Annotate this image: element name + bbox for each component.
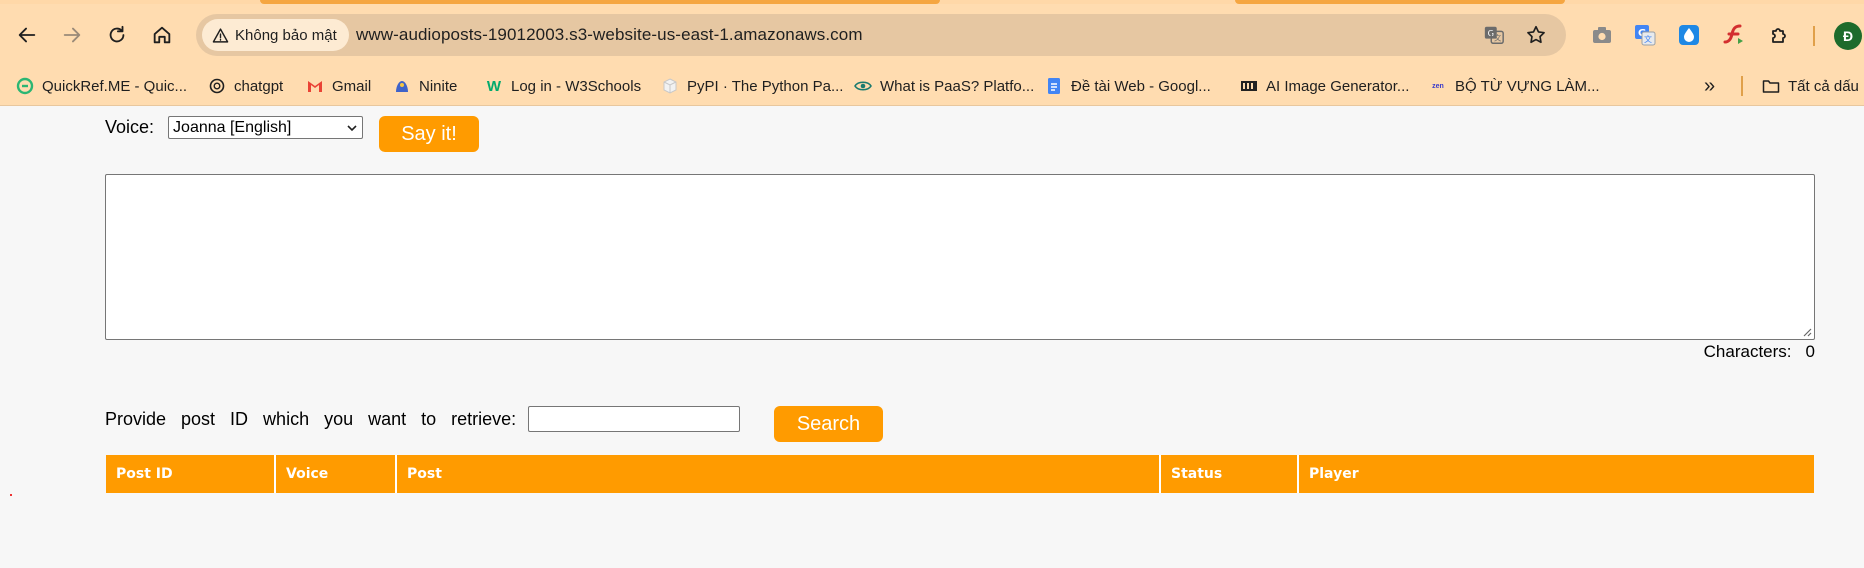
characters-count: 0 — [1805, 342, 1815, 361]
bookmark-item[interactable]: Gmail — [306, 66, 371, 106]
bookmark-item[interactable]: AI Image Generator... — [1240, 66, 1409, 106]
google-docs-icon — [1045, 77, 1063, 95]
back-arrow-icon — [18, 27, 36, 43]
voice-selected-value: Joanna [English] — [173, 118, 292, 136]
pypi-icon — [661, 77, 679, 95]
w3schools-icon: W — [486, 77, 502, 95]
column-header-status: Status — [1161, 455, 1299, 493]
extension-water-drop[interactable] — [1676, 22, 1702, 48]
eye-icon — [854, 77, 872, 95]
security-label: Không bảo mật — [235, 26, 337, 44]
browser-toolbar: Không bảo mật www-audioposts-19012003.s3… — [0, 4, 1864, 66]
table-header-row: Post ID Voice Post Status Player — [106, 455, 1814, 493]
post-textarea[interactable] — [105, 174, 1815, 340]
bookmark-label: chatgpt — [234, 77, 284, 95]
stray-dot — [10, 494, 12, 496]
chevron-down-icon — [347, 124, 357, 131]
security-chip[interactable]: Không bảo mật — [202, 19, 349, 51]
bookmarks-overflow-button[interactable]: » — [1704, 66, 1715, 106]
say-it-button[interactable]: Say it! — [379, 116, 479, 152]
translate-button[interactable]: G文 — [1482, 23, 1506, 47]
search-row: Provide post ID which you want to retrie… — [105, 406, 741, 432]
bookmark-label: Ninite — [419, 77, 458, 95]
all-bookmarks-folder[interactable]: Tất cả dấu — [1762, 66, 1859, 106]
bookmark-label: Log in - W3Schools — [511, 77, 642, 95]
folder-icon — [1762, 77, 1780, 95]
bookmark-label: What is PaaS? Platfo... — [880, 77, 1035, 95]
bookmark-label: Gmail — [332, 77, 372, 95]
address-bar[interactable]: Không bảo mật www-audioposts-19012003.s3… — [196, 14, 1566, 56]
extensions-menu-button[interactable] — [1767, 22, 1793, 48]
bookmark-label: Đề tài Web - Googl... — [1071, 77, 1211, 95]
bookmark-item[interactable]: PyPI · The Python Pa... — [661, 66, 843, 106]
back-button[interactable] — [10, 18, 44, 52]
forward-button[interactable] — [55, 18, 89, 52]
profile-avatar[interactable]: Đ — [1834, 22, 1862, 50]
svg-text:文: 文 — [1644, 34, 1652, 44]
url-text[interactable]: www-audioposts-19012003.s3-website-us-ea… — [356, 25, 863, 45]
post-id-input[interactable] — [528, 406, 741, 432]
bookmark-item[interactable]: Đề tài Web - Googl... — [1045, 66, 1211, 106]
translate-icon: G文 — [1484, 26, 1504, 44]
bookmark-item[interactable]: Ninite — [393, 66, 457, 106]
forward-arrow-icon — [63, 27, 81, 43]
posts-table: Post ID Voice Post Status Player — [106, 455, 1814, 493]
bookmark-label: PyPI · The Python Pa... — [687, 77, 844, 95]
home-button[interactable] — [145, 18, 179, 52]
column-header-player: Player — [1299, 455, 1814, 493]
reload-button[interactable] — [100, 18, 134, 52]
toolbar-divider — [1813, 26, 1815, 46]
camera-icon — [1593, 27, 1611, 43]
star-icon — [1527, 25, 1545, 44]
home-icon — [153, 26, 171, 44]
column-header-post-id: Post ID — [106, 455, 276, 493]
voice-label: Voice: — [105, 117, 155, 137]
bookmark-item[interactable]: zen BỘ TỪ VỰNG LÀM... — [1429, 66, 1600, 106]
warning-icon — [212, 27, 229, 43]
column-header-voice: Voice — [276, 455, 397, 493]
search-label: Provide post ID which you want to retrie… — [105, 408, 517, 429]
ninite-icon — [393, 77, 411, 95]
extension-flash[interactable] — [1721, 22, 1747, 48]
bookmark-item[interactable]: QuickRef.ME - Quic... — [16, 66, 187, 106]
bookmark-label: BỘ TỪ VỰNG LÀM... — [1455, 77, 1600, 95]
bookmark-item[interactable]: W Log in - W3Schools — [485, 66, 641, 106]
quickref-icon — [16, 77, 34, 95]
puzzle-icon — [1772, 28, 1786, 43]
extension-camera[interactable] — [1589, 22, 1615, 48]
svg-text:文: 文 — [1494, 34, 1502, 43]
voice-row: Voice: Joanna [English] — [105, 116, 364, 139]
gmail-icon — [306, 77, 324, 95]
bookmark-label: QuickRef.ME - Quic... — [42, 77, 188, 95]
character-counter: Characters: 0 — [1704, 342, 1815, 362]
bookmarks-divider — [1741, 76, 1743, 96]
bookmark-item[interactable]: chatgpt — [208, 66, 283, 106]
flash-icon — [1723, 24, 1743, 44]
google-translate-icon: G文 — [1635, 25, 1656, 46]
bookmark-label: Tất cả dấu — [1788, 77, 1859, 95]
ai-image-icon — [1240, 77, 1258, 95]
openai-icon — [208, 77, 226, 95]
voice-select[interactable]: Joanna [English] — [168, 116, 364, 139]
bookmarks-bar: QuickRef.ME - Quic... chatgpt Gmail Nini… — [0, 66, 1864, 106]
bookmark-item[interactable]: What is PaaS? Platfo... — [854, 66, 1034, 106]
characters-label: Characters: — [1703, 342, 1792, 361]
reload-icon — [109, 25, 125, 43]
zenlish-icon: zen — [1432, 82, 1444, 90]
bookmark-label: AI Image Generator... — [1266, 77, 1410, 95]
search-button[interactable]: Search — [774, 406, 883, 442]
bookmark-star-button[interactable] — [1524, 23, 1548, 47]
extension-google-translate[interactable]: G文 — [1632, 22, 1658, 48]
resize-grip-icon[interactable] — [1801, 326, 1812, 337]
water-drop-icon — [1679, 25, 1699, 45]
column-header-post: Post — [397, 455, 1161, 493]
